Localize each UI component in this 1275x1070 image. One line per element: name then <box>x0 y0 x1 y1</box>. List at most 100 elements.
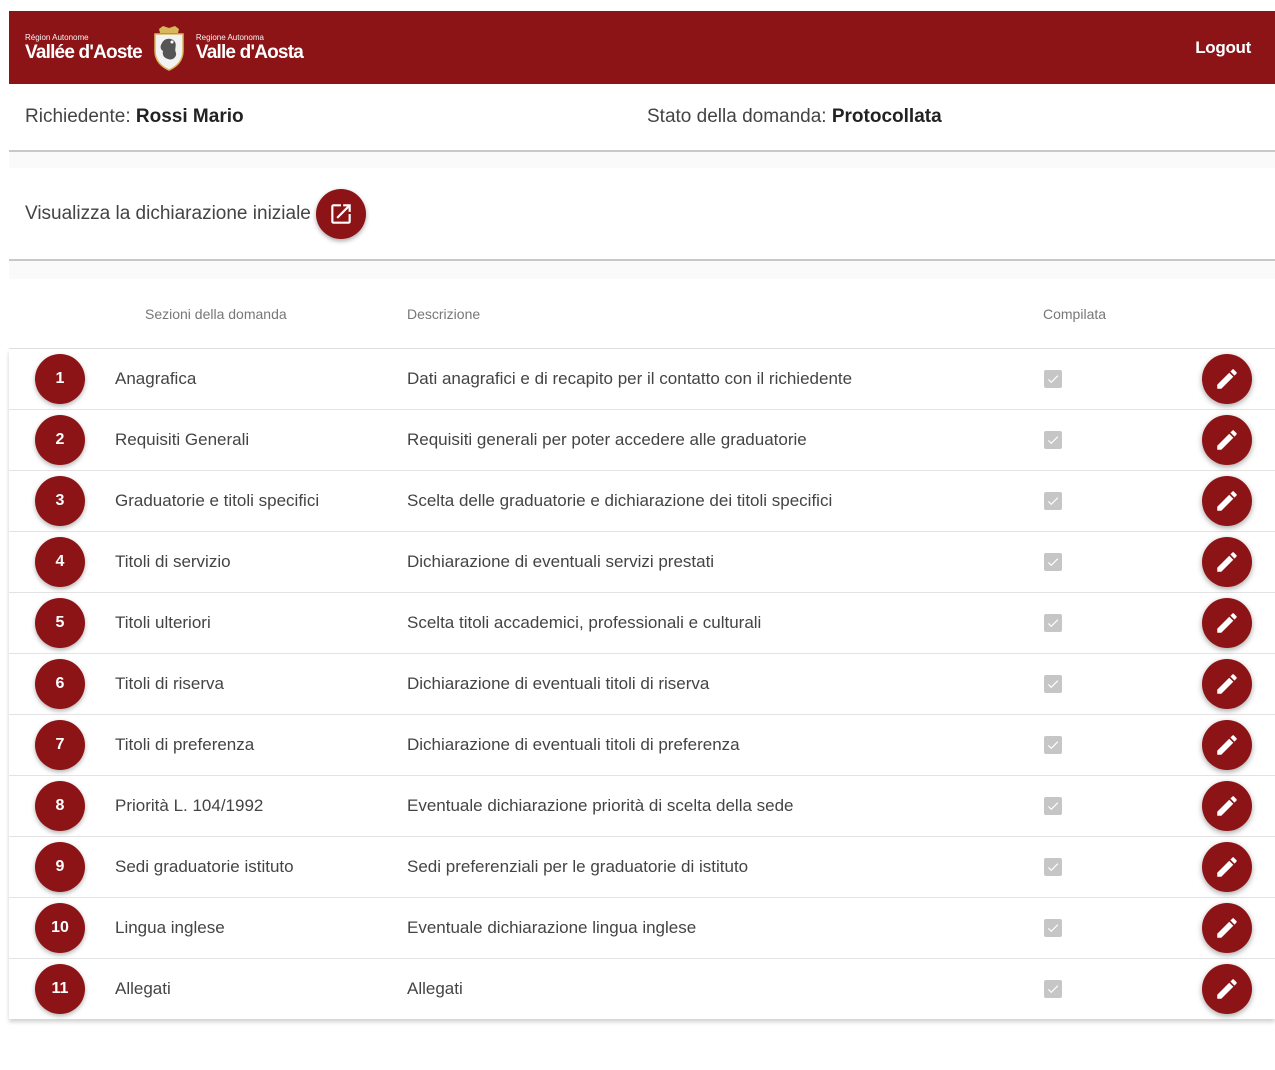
edit-section-button[interactable] <box>1202 842 1252 892</box>
section-description: Scelta delle graduatorie e dichiarazione… <box>407 491 833 510</box>
completed-checkbox[interactable] <box>1044 553 1062 571</box>
section-number-badge: 1 <box>35 354 85 404</box>
section-description: Allegati <box>407 979 463 998</box>
check-icon <box>1047 619 1059 628</box>
section-name: Graduatorie e titoli specifici <box>115 491 320 510</box>
pencil-icon <box>1217 491 1237 511</box>
application-info: Richiedente: Rossi Mario Stato della dom… <box>9 84 1275 152</box>
table-row: 11 Allegati Allegati <box>9 959 1275 1019</box>
check-icon <box>1047 558 1059 567</box>
table-row: 6 Titoli di riserva Dichiarazione di event… <box>9 654 1275 715</box>
section-number-badge: 5 <box>35 598 85 648</box>
pencil-icon <box>1217 430 1237 450</box>
completed-checkbox[interactable] <box>1044 797 1062 815</box>
section-name: Titoli di servizio <box>115 552 231 571</box>
edit-section-button[interactable] <box>1202 781 1252 831</box>
edit-section-button[interactable] <box>1202 354 1252 404</box>
completed-checkbox[interactable] <box>1044 919 1062 937</box>
completed-checkbox[interactable] <box>1044 614 1062 632</box>
completed-checkbox[interactable] <box>1044 370 1062 388</box>
section-name: Requisiti Generali <box>115 430 250 449</box>
view-label: Visualizza la dichiarazione iniziale <box>25 202 311 224</box>
check-icon <box>1047 497 1059 506</box>
section-description: Scelta titoli accademici, professionali … <box>407 613 762 632</box>
edit-section-button[interactable] <box>1202 964 1252 1014</box>
section-description: Eventuale dichiarazione priorità di scel… <box>407 796 794 815</box>
table-row: 2 Requisiti Generali Requisiti generali pe… <box>9 410 1275 471</box>
section-description: Dichiarazione di eventuali titoli di pre… <box>407 735 740 754</box>
logo-right-big: Valle d'Aosta <box>195 41 304 63</box>
section-name: Lingua inglese <box>115 918 225 937</box>
applicant-label: Richiedente: <box>25 106 131 127</box>
section-number-badge: 9 <box>35 842 85 892</box>
table-row: 8 Priorità L. 104/1992 Eventuale dichiaraz… <box>9 776 1275 837</box>
pencil-icon <box>1217 979 1237 999</box>
edit-section-button[interactable] <box>1202 476 1252 526</box>
section-number-badge: 7 <box>35 720 85 770</box>
completed-checkbox[interactable] <box>1044 858 1062 876</box>
completed-checkbox[interactable] <box>1044 675 1062 693</box>
application-status: Stato della domanda: Protocollata <box>647 106 942 128</box>
logo-right-small: Regione Autonoma <box>195 32 264 42</box>
section-name: Sedi graduatorie istituto <box>115 857 294 876</box>
table-row: 4 Titoli di servizio Dichiarazione di even… <box>9 532 1275 593</box>
header-sections: Sezioni della domanda <box>145 305 287 322</box>
section-number-badge: 3 <box>35 476 85 526</box>
edit-section-button[interactable] <box>1202 598 1252 648</box>
table-row: 9 Sedi graduatorie istituto Sedi preferenz… <box>9 837 1275 898</box>
logo-left-small: Région Autonome <box>25 32 89 42</box>
completed-checkbox[interactable] <box>1044 980 1062 998</box>
pencil-icon <box>1217 613 1237 633</box>
edit-section-button[interactable] <box>1202 903 1252 953</box>
completed-checkbox[interactable] <box>1044 431 1062 449</box>
section-name: Priorità L. 104/1992 <box>115 796 264 815</box>
open-declaration-button[interactable] <box>315 188 366 239</box>
section-name: Titoli ulteriori <box>115 613 211 632</box>
edit-section-button[interactable] <box>1202 537 1252 587</box>
section-description: Dichiarazione di eventuali servizi prest… <box>407 552 715 571</box>
section-description: Eventuale dichiarazione lingua inglese <box>407 918 697 937</box>
header-completed: Compilata <box>1043 305 1107 322</box>
pencil-icon <box>1217 918 1237 938</box>
table-row: 7 Titoli di preferenza Dichiarazione di ev… <box>9 715 1275 776</box>
applicant: Richiedente: Rossi Mario <box>25 106 647 128</box>
section-name: Anagrafica <box>115 369 197 388</box>
section-name: Allegati <box>115 979 171 998</box>
edit-section-button[interactable] <box>1202 415 1252 465</box>
section-number-badge: 4 <box>35 537 85 587</box>
table-row: 5 Titoli ulteriori Scelta titoli accademic… <box>9 593 1275 654</box>
divider <box>9 152 1275 168</box>
crest-icon <box>154 25 184 71</box>
check-icon <box>1047 680 1059 689</box>
sections-table: 1 Anagrafica Dati anagrafici e di recapito… <box>9 349 1275 1019</box>
table-row: 3 Graduatorie e titoli specifici Scelta de… <box>9 471 1275 532</box>
table-header: Sezioni della domanda Descrizione Compil… <box>9 279 1275 349</box>
section-description: Requisiti generali per poter accedere al… <box>407 430 807 449</box>
completed-checkbox[interactable] <box>1044 492 1062 510</box>
check-icon <box>1047 741 1059 750</box>
section-number-badge: 2 <box>35 415 85 465</box>
open-in-new-icon <box>331 203 351 224</box>
section-number-badge: 10 <box>35 903 85 953</box>
check-icon <box>1047 802 1059 811</box>
edit-section-button[interactable] <box>1202 720 1252 770</box>
completed-checkbox[interactable] <box>1044 736 1062 754</box>
status-label: Stato della domanda: <box>647 106 827 127</box>
pencil-icon <box>1217 735 1237 755</box>
section-name: Titoli di riserva <box>115 674 224 693</box>
view-initial-declaration: Visualizza la dichiarazione iniziale <box>9 168 1275 261</box>
section-number-badge: 11 <box>35 964 85 1014</box>
edit-section-button[interactable] <box>1202 659 1252 709</box>
logout-button[interactable]: Logout <box>1195 38 1251 58</box>
page: Région Autonome Vallée d'Aoste Regione A… <box>9 11 1275 1019</box>
table-row: 10 Lingua inglese Eventuale dichiarazione … <box>9 898 1275 959</box>
check-icon <box>1047 436 1059 445</box>
section-description: Dati anagrafici e di recapito per il con… <box>407 369 853 388</box>
pencil-icon <box>1217 857 1237 877</box>
applicant-name: Rossi Mario <box>135 106 244 127</box>
check-icon <box>1047 863 1059 872</box>
status-value: Protocollata <box>831 106 942 127</box>
check-icon <box>1047 924 1059 933</box>
pencil-icon <box>1217 796 1237 816</box>
section-number-badge: 8 <box>35 781 85 831</box>
